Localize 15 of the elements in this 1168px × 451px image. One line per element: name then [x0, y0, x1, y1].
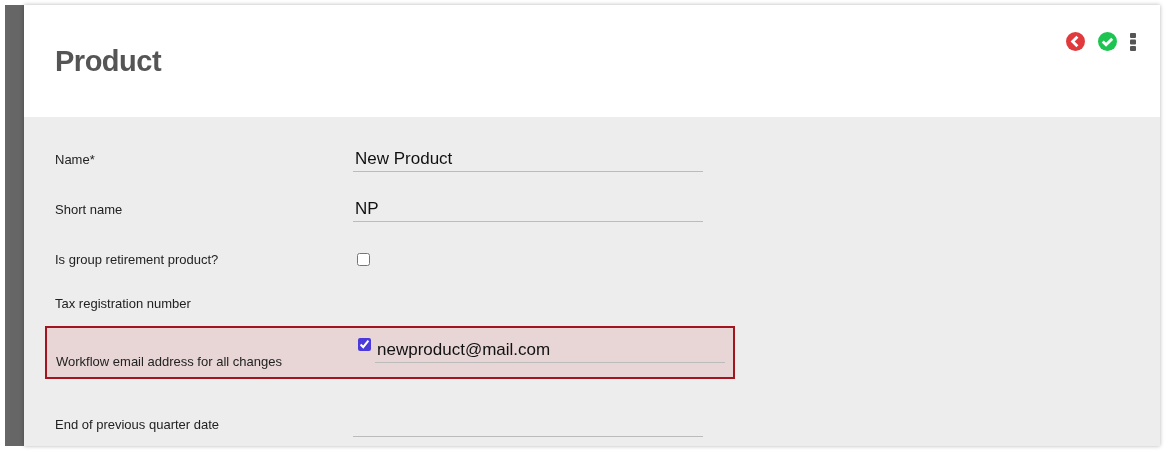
text-field[interactable]: New Product	[353, 146, 703, 172]
field-label: End of previous quarter date	[55, 416, 221, 432]
field-label: Is group retirement product?	[55, 251, 220, 267]
field-label: Tax registration number	[55, 295, 192, 311]
page-title: Product	[55, 45, 162, 78]
more-icon[interactable]	[1130, 32, 1136, 51]
field-label: Short name	[55, 201, 124, 217]
text-field[interactable]: NP	[353, 196, 703, 222]
field-label: Workflow email address for all changes	[56, 354, 283, 371]
checkbox[interactable]	[358, 338, 371, 351]
checkbox[interactable]	[357, 252, 370, 266]
checkmark-icon[interactable]	[1098, 32, 1117, 51]
text-field[interactable]: newproduct@mail.com	[375, 338, 725, 363]
field-label: Name*	[55, 151, 96, 167]
back-icon[interactable]	[1066, 32, 1085, 51]
